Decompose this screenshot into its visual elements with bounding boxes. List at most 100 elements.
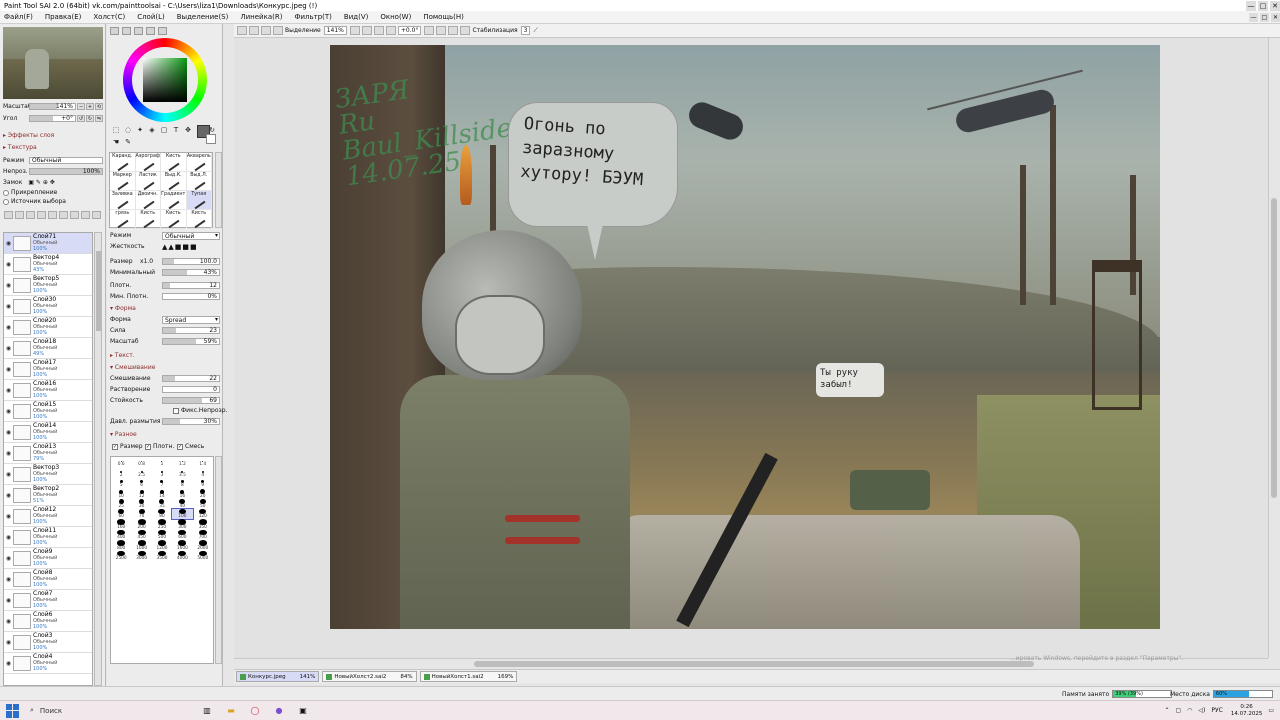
layer-row[interactable]: ◉ Слой13 Обычный 79% xyxy=(4,443,92,464)
source-checkbox[interactable] xyxy=(3,198,9,205)
clock[interactable]: 0:26 14.07.2025 xyxy=(1231,704,1263,718)
zoom-actual-icon[interactable] xyxy=(385,26,396,35)
visibility-eye-icon[interactable]: ◉ xyxy=(4,576,13,583)
min-size-slider[interactable]: 43% xyxy=(162,269,220,276)
size-preset[interactable]: 40 xyxy=(172,498,192,509)
copy-layer-icon[interactable] xyxy=(37,211,46,219)
layer-effects-section[interactable]: Эффекты слоя xyxy=(3,132,54,139)
rotate-reset-icon[interactable] xyxy=(448,26,459,35)
size-preset[interactable]: 500 xyxy=(152,529,172,540)
size-preset[interactable]: 50 xyxy=(193,498,213,509)
transfer-icon[interactable] xyxy=(70,211,79,219)
brush-slot[interactable]: Двоичн. xyxy=(135,191,161,210)
size-preset[interactable]: 700 xyxy=(193,529,213,540)
visibility-eye-icon[interactable]: ◉ xyxy=(4,471,13,478)
lock-icon[interactable]: ▣ ✎ ⊕ ✥ xyxy=(28,179,54,186)
mix-slider[interactable]: 22 xyxy=(162,375,220,382)
size-preset[interactable]: 10 xyxy=(111,488,131,499)
brush-size-grid[interactable]: 0.6 0.8 1 1.2 1.4 2 2.5 3 3.5 4 5 6 7 8 9 10 12 14 16 20 25 3… xyxy=(110,456,214,664)
zoom-in-icon[interactable] xyxy=(361,26,372,35)
menu-layer[interactable]: Слой(L) xyxy=(137,13,165,21)
layer-opacity-slider[interactable]: 100% xyxy=(29,168,103,175)
undo-icon[interactable] xyxy=(237,26,247,35)
menu-edit[interactable]: Правка(E) xyxy=(45,13,82,21)
size-preset[interactable]: 120 xyxy=(193,508,213,519)
brush-slot[interactable]: Кисть xyxy=(135,210,161,229)
visibility-eye-icon[interactable]: ◉ xyxy=(4,534,13,541)
brush-slot[interactable]: Акварель xyxy=(186,153,212,172)
layer-scrollbar[interactable] xyxy=(94,232,102,686)
size-preset[interactable]: 200 xyxy=(131,519,151,530)
brush-slot[interactable]: Тупая xyxy=(186,191,212,210)
hardness-shapes-icon[interactable]: ▲▲■■■ xyxy=(162,243,198,251)
select-rect-icon[interactable]: ⬚ xyxy=(111,125,121,135)
visibility-eye-icon[interactable]: ◉ xyxy=(4,429,13,436)
size-preset[interactable]: 30 xyxy=(131,498,151,509)
size-preset[interactable]: 1.2 xyxy=(172,457,192,467)
size-preset[interactable]: 3000 xyxy=(131,550,151,561)
source-row[interactable]: Источник выбора xyxy=(3,198,66,205)
size-preset[interactable]: 8 xyxy=(172,478,192,488)
chk-density-row[interactable]: ✓ Плотн. xyxy=(145,443,174,450)
menu-help[interactable]: Помощь(H) xyxy=(423,13,464,21)
layer-list[interactable]: ◉ Слой71 Обычный 100% ◉ Вектор4 Обычный 43% ◉ Век… xyxy=(3,232,93,686)
size-preset[interactable]: 80 xyxy=(152,508,172,519)
layer-row[interactable]: ◉ Вектор5 Обычный 100% xyxy=(4,275,92,296)
brush-mode-select[interactable]: Обычный xyxy=(162,231,220,240)
size-preset[interactable]: 3.5 xyxy=(172,467,192,478)
size-preset[interactable]: 1000 xyxy=(131,540,151,551)
document-tab[interactable]: НовыйХолст1.sai2 169% xyxy=(419,671,518,682)
document-tab[interactable]: Конкурс.jpeg 141% xyxy=(236,671,320,682)
hsv-slider-mode-icon[interactable] xyxy=(134,27,143,35)
visibility-eye-icon[interactable]: ◉ xyxy=(4,408,13,415)
network-icon[interactable]: ◠ xyxy=(1187,707,1192,714)
close-button[interactable]: ✕ xyxy=(1270,0,1280,11)
visibility-eye-icon[interactable]: ◉ xyxy=(4,282,13,289)
chk-density-checkbox[interactable]: ✓ xyxy=(145,443,151,450)
scratchpad-mode-icon[interactable] xyxy=(158,27,167,35)
size-preset[interactable]: 2 xyxy=(111,467,131,478)
size-preset[interactable]: 100 xyxy=(171,507,194,521)
size-preset[interactable]: 4 xyxy=(193,467,213,478)
size-preset[interactable]: 5000 xyxy=(193,550,213,561)
size-preset[interactable]: 3 xyxy=(152,467,172,478)
size-preset[interactable]: 5 xyxy=(111,478,131,488)
brush-slot[interactable]: Маркер xyxy=(110,172,136,191)
visibility-eye-icon[interactable]: ◉ xyxy=(4,513,13,520)
visibility-eye-icon[interactable]: ◉ xyxy=(4,345,13,352)
mixing-section[interactable]: Смешивание xyxy=(110,364,156,371)
brush-slot[interactable]: Кисть xyxy=(161,210,187,229)
size-preset[interactable]: 450 xyxy=(131,529,151,540)
brush-scrollbar[interactable] xyxy=(215,152,222,228)
visibility-eye-icon[interactable]: ◉ xyxy=(4,660,13,667)
texture-section[interactable]: Текстура xyxy=(3,144,37,151)
layer-row[interactable]: ◉ Слой12 Обычный 100% xyxy=(4,506,92,527)
volume-icon[interactable]: ◁) xyxy=(1198,707,1205,714)
hand-icon[interactable]: ☚ xyxy=(111,137,121,147)
size-preset[interactable]: 4000 xyxy=(172,550,192,561)
brush-grid[interactable]: Каранд. Аэрограф Кисть Акварель Маркер Ластик… xyxy=(109,152,213,229)
minimize-button[interactable]: — xyxy=(1246,0,1256,11)
rotate-cw-icon[interactable] xyxy=(436,26,447,35)
tray-chevron-icon[interactable]: ⌃ xyxy=(1164,707,1169,714)
size-preset[interactable]: 14 xyxy=(152,488,172,499)
tray-app-icon[interactable]: ▢ xyxy=(1175,707,1181,714)
language-indicator[interactable]: РУС xyxy=(1211,707,1222,714)
clear-layer-icon[interactable] xyxy=(59,211,68,219)
move-icon[interactable]: ✥ xyxy=(183,125,193,135)
saturation-value-square[interactable] xyxy=(143,58,187,102)
clip-row[interactable]: Прикрепление xyxy=(3,189,57,196)
size-preset[interactable]: 9 xyxy=(193,478,213,488)
layer-row[interactable]: ◉ Слой6 Обычный 100% xyxy=(4,611,92,632)
shapes-icon[interactable]: ▢ xyxy=(159,125,169,135)
brush-slot[interactable]: Ластик xyxy=(135,172,161,191)
misc-section[interactable]: Разное xyxy=(110,431,137,438)
fix-opacity-row[interactable]: Фикс.Непрозр. xyxy=(173,407,227,414)
chk-blend-row[interactable]: ✓ Смесь xyxy=(177,443,204,450)
size-preset[interactable]: 350 xyxy=(193,519,213,530)
redo-icon[interactable] xyxy=(249,26,259,35)
shape-select[interactable]: Spread xyxy=(162,315,220,324)
opera-icon[interactable]: ◯ xyxy=(248,704,262,718)
zoom-out-icon[interactable] xyxy=(349,26,360,35)
menu-file[interactable]: Файл(F) xyxy=(4,13,33,21)
